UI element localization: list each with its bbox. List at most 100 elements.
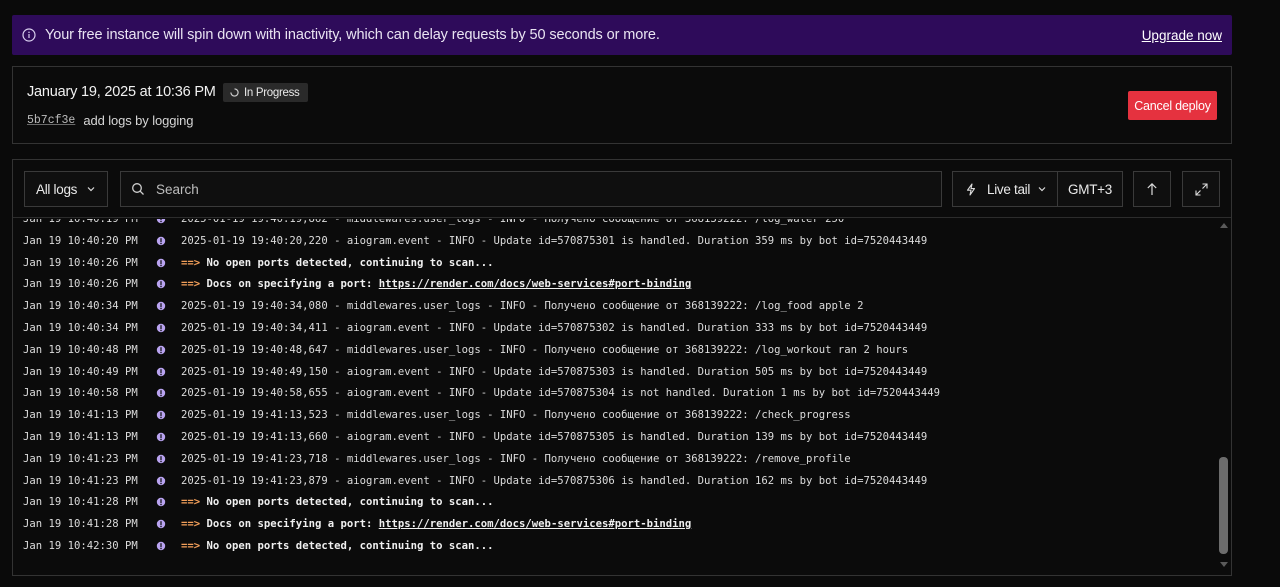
log-filter-label: All logs: [36, 181, 78, 197]
log-text: 2025-01-19 19:40:34,080 - middlewares.us…: [181, 300, 864, 313]
log-info-icon[interactable]: [156, 345, 166, 355]
log-message: 2025-01-19 19:41:13,523 - middlewares.us…: [181, 409, 851, 421]
log-message: 2025-01-19 19:41:13,660 - aiogram.event …: [181, 431, 927, 443]
render-arrow: ==>: [181, 278, 201, 291]
log-info-icon[interactable]: [156, 301, 166, 311]
log-info-icon[interactable]: [156, 476, 166, 486]
log-list: Jan 19 10:40:19 PM 2025-01-19 19:40:19,86…: [13, 219, 1215, 575]
render-arrow: ==>: [181, 518, 201, 531]
scroll-up-arrow-icon[interactable]: [1220, 222, 1228, 228]
log-filter-dropdown[interactable]: All logs: [24, 171, 108, 207]
docs-link[interactable]: https://render.com/docs/web-services#por…: [379, 518, 692, 530]
log-row: Jan 19 10:41:13 PM 2025-01-19 19:41:13,66…: [13, 426, 1213, 448]
log-info-icon[interactable]: [156, 454, 166, 464]
log-text: Docs on specifying a port:: [200, 518, 379, 531]
log-message: 2025-01-19 19:40:58,655 - aiogram.event …: [181, 387, 940, 399]
log-scrollbar[interactable]: [1217, 219, 1231, 575]
log-message: 2025-01-19 19:41:23,879 - aiogram.event …: [181, 475, 927, 487]
search-box[interactable]: [120, 171, 942, 207]
search-input[interactable]: [156, 181, 916, 197]
scrollbar-thumb[interactable]: [1219, 457, 1228, 554]
fullscreen-button[interactable]: [1182, 171, 1220, 207]
log-text: No open ports detected, continuing to sc…: [200, 496, 494, 509]
log-row: Jan 19 10:40:26 PM ==> Docs on specifying…: [13, 273, 1213, 295]
log-text: 2025-01-19 19:41:23,718 - middlewares.us…: [181, 452, 851, 465]
log-info-icon[interactable]: [156, 541, 166, 551]
chevron-down-icon: [1038, 187, 1046, 192]
commit-hash-link[interactable]: 5b7cf3e: [27, 114, 75, 127]
docs-link[interactable]: https://render.com/docs/web-services#por…: [379, 278, 692, 290]
search-icon: [132, 183, 144, 195]
scroll-to-top-button[interactable]: [1133, 171, 1171, 207]
log-row: Jan 19 10:41:28 PM ==> Docs on specifying…: [13, 513, 1213, 535]
log-info-icon[interactable]: [156, 279, 166, 289]
logs-panel: All logs Live tail GMT+3: [12, 159, 1232, 576]
log-message: 2025-01-19 19:40:19,862 - middlewares.us…: [181, 219, 844, 225]
log-row: Jan 19 10:40:20 PM 2025-01-19 19:40:20,22…: [13, 230, 1213, 252]
log-info-icon[interactable]: [156, 236, 166, 246]
log-timestamp: Jan 19 10:40:19 PM: [23, 219, 138, 225]
log-info-icon[interactable]: [156, 258, 166, 268]
arrow-up-icon: [1147, 182, 1157, 195]
cancel-deploy-button[interactable]: Cancel deploy: [1128, 91, 1217, 120]
log-info-icon[interactable]: [156, 519, 166, 529]
log-message: ==> No open ports detected, continuing t…: [181, 540, 494, 552]
log-row: Jan 19 10:42:30 PM ==> No open ports dete…: [13, 535, 1213, 557]
log-row: Jan 19 10:41:28 PM ==> No open ports dete…: [13, 491, 1213, 513]
log-timestamp: Jan 19 10:41:28 PM: [23, 496, 138, 509]
log-row: Jan 19 10:40:49 PM 2025-01-19 19:40:49,15…: [13, 361, 1213, 383]
log-timestamp: Jan 19 10:41:23 PM: [23, 474, 138, 487]
render-arrow: ==>: [181, 256, 201, 269]
log-message: ==> Docs on specifying a port: https://r…: [181, 518, 691, 530]
log-info-icon[interactable]: [156, 432, 166, 442]
log-info-icon[interactable]: [156, 367, 166, 377]
log-message: ==> No open ports detected, continuing t…: [181, 496, 494, 508]
log-message: 2025-01-19 19:40:48,647 - middlewares.us…: [181, 344, 908, 356]
log-message: 2025-01-19 19:40:20,220 - aiogram.event …: [181, 235, 927, 247]
log-timestamp: Jan 19 10:40:58 PM: [23, 387, 138, 400]
info-icon: [22, 28, 36, 42]
banner-message: Your free instance will spin down with i…: [45, 27, 660, 43]
render-arrow: ==>: [181, 496, 201, 509]
log-timestamp: Jan 19 10:41:13 PM: [23, 431, 138, 443]
log-info-icon[interactable]: [156, 388, 166, 398]
log-timestamp: Jan 19 10:41:23 PM: [23, 452, 138, 465]
timezone-button[interactable]: GMT+3: [1057, 171, 1123, 207]
log-message: 2025-01-19 19:40:49,150 - aiogram.event …: [181, 366, 927, 378]
deploy-date: January 19, 2025 at 10:36 PM: [27, 84, 216, 100]
log-message: 2025-01-19 19:40:34,411 - aiogram.event …: [181, 322, 927, 334]
log-info-icon[interactable]: [156, 410, 166, 420]
commit-message: add logs by logging: [83, 113, 194, 128]
log-row: Jan 19 10:40:19 PM 2025-01-19 19:40:19,86…: [13, 219, 1213, 230]
log-message: 2025-01-19 19:40:34,080 - middlewares.us…: [181, 300, 863, 312]
log-row: Jan 19 10:40:58 PM 2025-01-19 19:40:58,65…: [13, 382, 1213, 404]
log-row: Jan 19 10:40:48 PM 2025-01-19 19:40:48,64…: [13, 339, 1213, 361]
commit-info: 5b7cf3e add logs by logging: [27, 113, 194, 128]
log-row: Jan 19 10:41:23 PM 2025-01-19 19:41:23,87…: [13, 470, 1213, 492]
log-timestamp: Jan 19 10:40:49 PM: [23, 365, 138, 378]
logs-toolbar: All logs Live tail GMT+3: [13, 160, 1231, 218]
log-timestamp: Jan 19 10:40:26 PM: [23, 256, 138, 269]
log-info-icon[interactable]: [156, 497, 166, 507]
log-row: Jan 19 10:40:34 PM 2025-01-19 19:40:34,08…: [13, 295, 1213, 317]
log-message: 2025-01-19 19:41:23,718 - middlewares.us…: [181, 453, 851, 465]
log-info-icon[interactable]: [156, 323, 166, 333]
log-timestamp: Jan 19 10:40:20 PM: [23, 234, 138, 247]
render-arrow: ==>: [181, 540, 201, 552]
log-row: Jan 19 10:40:26 PM ==> No open ports dete…: [13, 252, 1213, 274]
upgrade-now-link[interactable]: Upgrade now: [1142, 28, 1222, 43]
log-info-icon[interactable]: [156, 219, 166, 224]
log-text: 2025-01-19 19:41:23,879 - aiogram.event …: [181, 474, 928, 487]
log-message: ==> No open ports detected, continuing t…: [181, 257, 494, 269]
scroll-down-arrow-icon[interactable]: [1220, 562, 1228, 568]
log-text: Docs on specifying a port:: [200, 278, 379, 291]
log-row: Jan 19 10:40:34 PM 2025-01-19 19:40:34,41…: [13, 317, 1213, 339]
log-timestamp: Jan 19 10:40:48 PM: [23, 343, 138, 356]
lightning-icon: [966, 182, 976, 196]
log-row: Jan 19 10:41:23 PM 2025-01-19 19:41:23,71…: [13, 448, 1213, 470]
free-instance-banner: Your free instance will spin down with i…: [12, 15, 1232, 55]
live-tail-dropdown[interactable]: Live tail: [952, 171, 1058, 207]
log-text: 2025-01-19 19:41:13,660 - aiogram.event …: [181, 431, 928, 443]
log-text: No open ports detected, continuing to sc…: [200, 256, 494, 269]
log-timestamp: Jan 19 10:42:30 PM: [23, 540, 138, 552]
